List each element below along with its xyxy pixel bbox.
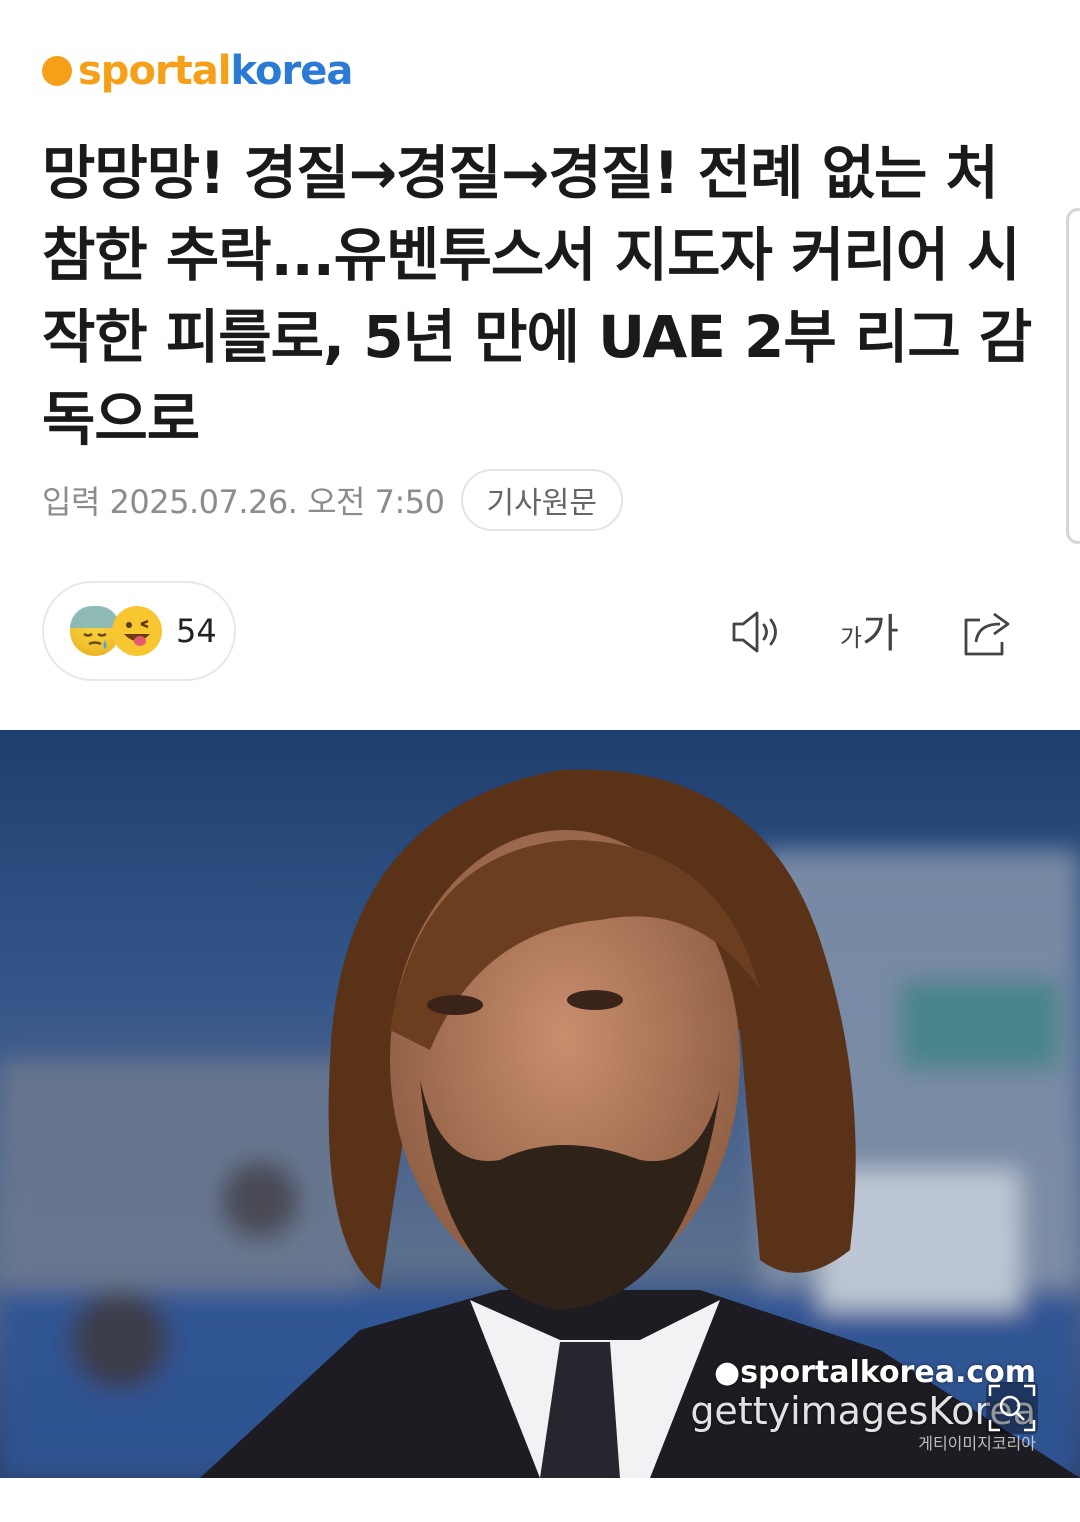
article-date: 입력 2025.07.26. 오전 7:50 <box>42 483 445 521</box>
zoom-search-icon <box>988 1384 1036 1432</box>
speaker-icon <box>732 611 777 653</box>
watermark-korean: 게티이미지코리아 <box>918 1434 1036 1453</box>
logo-text-sportal: sportal <box>78 48 231 94</box>
font-size-small-label: 가 <box>840 624 863 652</box>
logo-text-korea: korea <box>230 48 353 94</box>
image-zoom-button[interactable] <box>986 1382 1038 1434</box>
logo-dot-icon <box>42 56 72 86</box>
share-icon <box>964 612 1010 656</box>
article-headline: 망망망! 경질→경질→경질! 전례 없는 처참한 추락...유벤투스서 지도자 … <box>42 139 1032 453</box>
sportalkorea-logo[interactable]: sportal korea <box>42 46 353 96</box>
scroll-indicator <box>1066 208 1080 544</box>
reaction-count: 54 <box>176 612 217 650</box>
original-article-button[interactable]: 기사원문 <box>460 469 623 531</box>
reaction-button[interactable]: 54 <box>42 581 236 681</box>
font-size-large-label: 가 <box>862 611 899 657</box>
speaker-button[interactable] <box>728 604 784 660</box>
tongue-emoji-icon <box>112 606 162 656</box>
watermark-gettyimages: gettyimagesKorea <box>690 1389 1036 1433</box>
watermark-sportalkorea: ●sportalkorea.com <box>714 1355 1036 1390</box>
share-button[interactable] <box>958 604 1014 660</box>
article-photo[interactable]: ●sportalkorea.com gettyimagesKorea 게티이미지… <box>0 730 1080 1478</box>
font-size-button[interactable]: 가 가 <box>840 604 899 660</box>
photo-watermark: ●sportalkorea.com gettyimagesKorea 게티이미지… <box>690 1358 1036 1452</box>
article-meta: 입력 2025.07.26. 오전 7:50 기사원문 <box>42 468 623 532</box>
